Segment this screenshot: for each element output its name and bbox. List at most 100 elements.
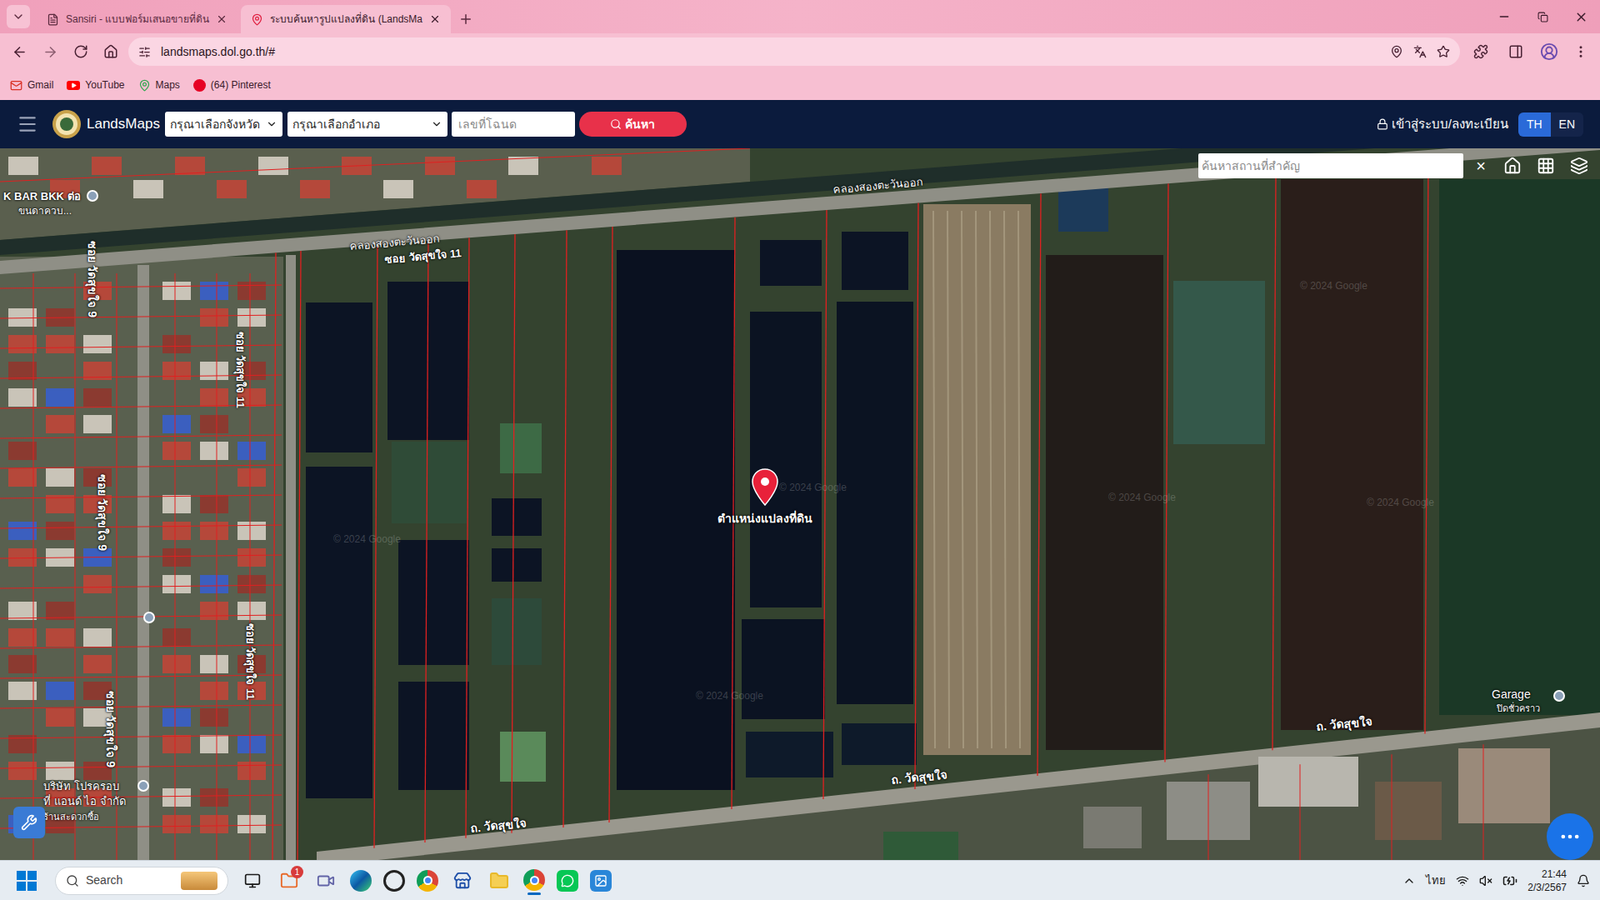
minimize-button[interactable]: [1485, 10, 1524, 24]
edge-app[interactable]: [350, 870, 372, 892]
wifi-icon[interactable]: [1455, 874, 1470, 888]
screen: Sansiri - แบบฟอร์มเสนอขายที่ดิน ระบบค้นหา…: [0, 0, 1600, 900]
map-label: ปิดชั่วคราว: [1496, 701, 1540, 716]
photos-app[interactable]: [590, 870, 612, 892]
close-icon: [1574, 10, 1589, 25]
language-option[interactable]: TH: [1518, 112, 1551, 137]
omnibox[interactable]: landsmaps.dol.go.th/#: [128, 37, 1460, 66]
youtube-icon: [66, 80, 80, 90]
store-app[interactable]: [450, 868, 475, 894]
task-view-button[interactable]: [240, 868, 265, 894]
language-option[interactable]: EN: [1550, 112, 1584, 137]
landsmaps-logo-icon: [51, 109, 82, 140]
map-label: ซอย วัดสุขใจ 11: [241, 623, 259, 700]
plus-icon: [458, 11, 474, 27]
explorer-app[interactable]: [486, 868, 512, 894]
poi-marker-icon: [1553, 690, 1565, 702]
chat-button[interactable]: [1546, 813, 1594, 860]
poi-marker-icon: [137, 780, 150, 792]
chrome-app[interactable]: [416, 870, 439, 892]
location-icon: [1390, 45, 1404, 59]
notification-icon[interactable]: [1576, 874, 1590, 888]
chrome-logo[interactable]: [523, 869, 545, 891]
volume-muted-icon[interactable]: [1479, 874, 1493, 888]
taskbar-search[interactable]: Search: [55, 866, 229, 895]
tab-title: Sansiri - แบบฟอร์มเสนอขายที่ดิน: [65, 11, 210, 27]
side-panel-icon[interactable]: [1508, 44, 1524, 60]
deed-number-input[interactable]: เลขที่โฉนด: [451, 111, 575, 137]
line-icon: [560, 874, 575, 888]
extensions-icon[interactable]: [1473, 44, 1489, 60]
dropdown-icon: [430, 118, 443, 130]
tray-overflow-icon[interactable]: [1402, 874, 1416, 888]
province-select[interactable]: กรุณาเลือกจังหวัด: [165, 111, 283, 137]
clear-search-button[interactable]: ×: [1468, 153, 1494, 179]
bookmark[interactable]: Gmail: [10, 77, 54, 93]
back-icon[interactable]: [11, 44, 28, 60]
battery-icon[interactable]: [1502, 873, 1518, 889]
layers-button[interactable]: [1565, 151, 1594, 180]
parcel-pin[interactable]: ตำแหน่งแปลงที่ดิน: [681, 468, 849, 528]
poi-marker-icon: [143, 611, 155, 624]
map-view[interactable]: © 2024 Google© 2024 Google© 2024 Google©…: [0, 148, 1600, 860]
chrome-active-app[interactable]: [523, 865, 545, 895]
bookmark[interactable]: (64) Pinterest: [193, 77, 271, 93]
language-toggle: THEN: [1518, 112, 1584, 137]
district-select[interactable]: กรุณาเลือกอำเภอ: [287, 111, 448, 137]
new-tab-button[interactable]: [454, 7, 478, 31]
close-tab-icon[interactable]: [215, 13, 228, 25]
page-icon: [46, 13, 60, 26]
maps-icon: [138, 79, 151, 92]
search-icon: [610, 118, 622, 130]
login-link[interactable]: เข้าสู่ระบบ/ลงทะเบียน: [1376, 115, 1509, 135]
home-view-button[interactable]: [1498, 151, 1527, 180]
grid-icon: [1536, 156, 1555, 175]
reload-icon[interactable]: [73, 44, 89, 60]
map-label: ซอย วัดสุขใจ 9: [101, 690, 120, 769]
map-watermark: © 2024 Google: [1108, 490, 1176, 505]
close-button[interactable]: [1561, 10, 1600, 25]
map-label: ขนดาควบ...: [18, 203, 72, 219]
place-search-input[interactable]: ค้นหาสถานที่สำคัญ: [1198, 153, 1464, 179]
bookmark[interactable]: YouTube: [66, 77, 125, 93]
hamburger-icon[interactable]: [16, 113, 39, 135]
clock[interactable]: 21:442/3/2567: [1527, 867, 1567, 895]
photos-icon: [594, 874, 608, 888]
browser-tab[interactable]: Sansiri - แบบฟอร์มเสนอขายที่ดิน: [36, 5, 238, 34]
bookmark-star-icon[interactable]: [1436, 45, 1450, 59]
forward-icon[interactable]: [42, 44, 59, 60]
restore-icon: [1537, 11, 1549, 23]
line-app[interactable]: [556, 870, 579, 892]
browser-tab[interactable]: ระบบค้นหารูปแปลงที่ดิน (LandsMa: [240, 5, 451, 34]
folder-icon: [489, 870, 510, 891]
search-button[interactable]: ค้นหา: [579, 111, 687, 137]
map-label: ซอย วัดสุขใจ 9: [83, 240, 101, 319]
map-label: ที่ แอนด์ ไอ จำกัด: [43, 793, 126, 810]
url-text: landsmaps.dol.go.th/#: [160, 43, 1380, 61]
grid-button[interactable]: [1531, 151, 1560, 180]
dropdown-icon: [265, 118, 278, 130]
tab-strip: Sansiri - แบบฟอร์มเสนอขายที่ดิน ระบบค้นหา…: [0, 0, 1600, 34]
bookmark[interactable]: Maps: [138, 77, 180, 93]
input-language[interactable]: ไทย: [1425, 872, 1446, 890]
taskbar: Search 1 ไทย 21:442/3/2567: [0, 860, 1600, 900]
mail-app[interactable]: 1: [276, 868, 302, 894]
menu-icon[interactable]: [1573, 44, 1589, 60]
close-tab-icon[interactable]: [429, 13, 441, 25]
tab-search-button[interactable]: [6, 5, 30, 29]
home-icon[interactable]: [103, 44, 119, 60]
map-label: K BAR BKK ต่อ: [3, 188, 81, 205]
map-label: Garage: [1491, 685, 1531, 704]
lock-icon: [1376, 118, 1389, 130]
profile-icon[interactable]: [1540, 42, 1559, 61]
tools-button[interactable]: [13, 806, 45, 839]
chat-icon: [1558, 825, 1582, 849]
search-highlight-icon: [180, 871, 218, 890]
bookmarks-bar: Gmail YouTube Maps (64) Pinterest: [0, 70, 1600, 100]
dell-app[interactable]: [383, 870, 405, 892]
teams-app[interactable]: [313, 868, 339, 894]
restore-button[interactable]: [1523, 11, 1562, 23]
start-button[interactable]: [16, 870, 37, 891]
satellite-map: [0, 148, 1600, 860]
favicon-icon: [250, 13, 264, 26]
